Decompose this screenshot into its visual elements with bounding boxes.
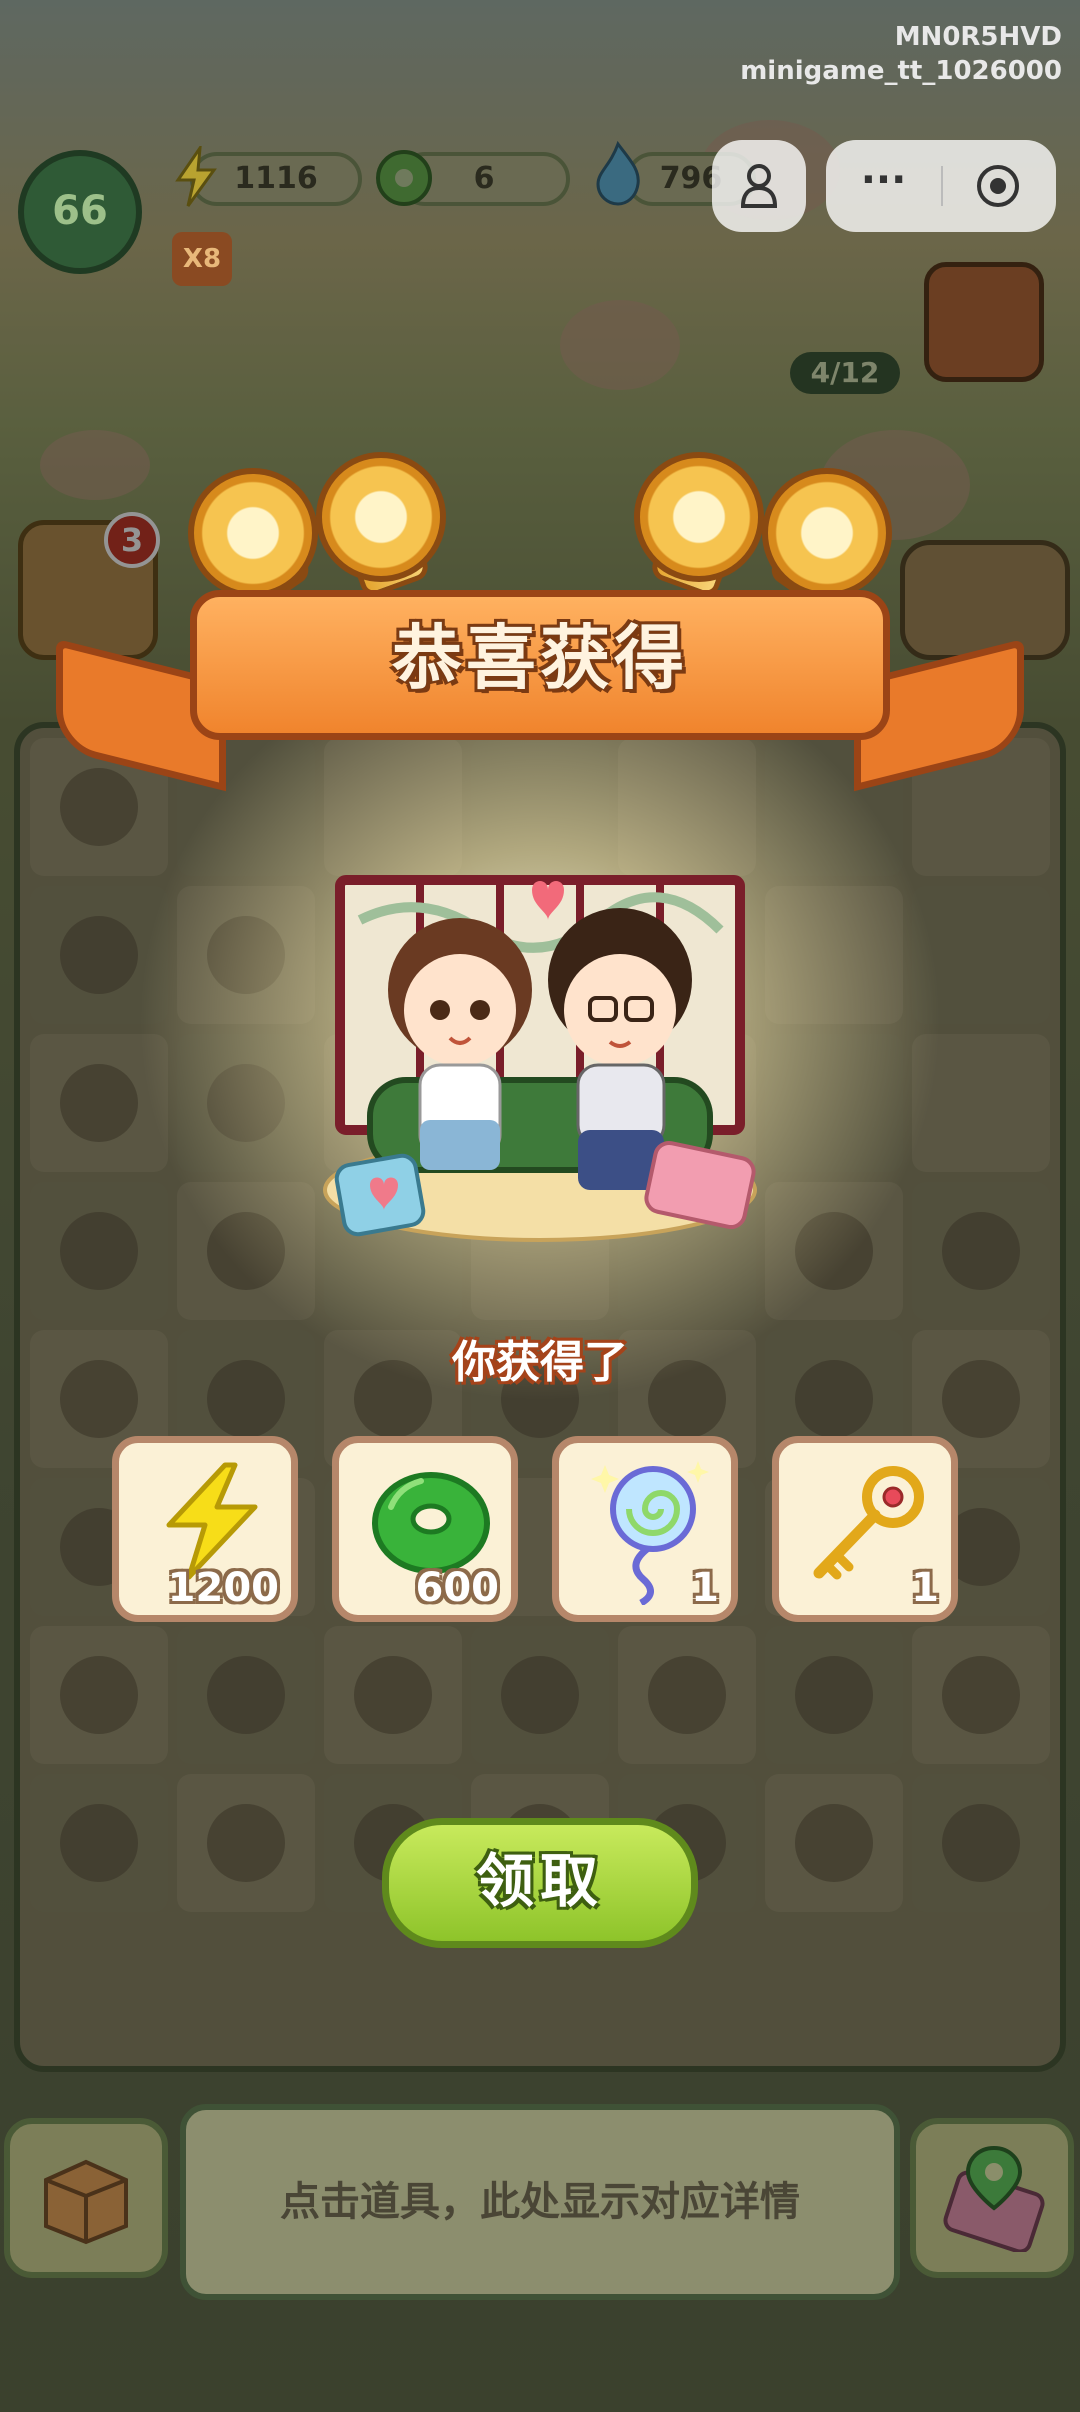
watermark-line1: MN0R5HVD — [894, 22, 1062, 52]
reward-quantity: 1 — [691, 1565, 719, 1611]
reward-slot-jade[interactable]: 600 — [332, 1436, 518, 1622]
reward-quantity: 600 — [415, 1565, 500, 1611]
map-button[interactable] — [910, 2118, 1074, 2278]
lightning-icon — [172, 142, 220, 208]
capsule-menu: ··· — [826, 140, 1056, 232]
close-program-button[interactable] — [941, 140, 1056, 232]
claim-button[interactable]: 领取 — [382, 1818, 698, 1948]
blue-flame-icon — [590, 140, 646, 206]
trumpet-bell — [188, 468, 318, 598]
jade-coin-icon — [374, 148, 434, 208]
lightning-icon — [166, 1462, 258, 1580]
reward-slot-key[interactable]: 1 — [772, 1436, 958, 1622]
avatar-button[interactable] — [712, 140, 806, 232]
watermark-line2: minigame_tt_1026000 — [740, 56, 1062, 86]
trumpet-bell — [316, 452, 446, 582]
reward-slot-lollipop[interactable]: 1 — [552, 1436, 738, 1622]
inventory-box-button[interactable] — [4, 2118, 168, 2278]
item-detail-panel: 点击道具，此处显示对应详情 — [180, 2104, 900, 2300]
couple-illustration — [300, 860, 780, 1260]
box-icon — [44, 2159, 128, 2245]
target-icon — [977, 165, 1019, 207]
you-got-label: 你获得了 — [452, 1337, 628, 1388]
player-level-badge[interactable]: 66 — [18, 150, 142, 274]
person-icon — [740, 164, 778, 208]
energy-value: 1116 — [234, 161, 318, 196]
trumpet-bell — [762, 468, 892, 598]
multiplier-badge[interactable]: X8 — [172, 232, 232, 286]
reward-slot-energy[interactable]: 1200 — [112, 1436, 298, 1622]
jade-coin-icon — [372, 1472, 490, 1574]
map-pin-icon — [943, 2145, 1045, 2252]
more-menu-button[interactable]: ··· — [826, 140, 941, 232]
trumpet-bell — [634, 452, 764, 582]
reward-quantity: 1 — [911, 1565, 939, 1611]
jade-value: 6 — [473, 161, 495, 196]
reward-quantity: 1200 — [167, 1565, 279, 1611]
dialog-title: 恭喜获得 — [392, 617, 688, 699]
